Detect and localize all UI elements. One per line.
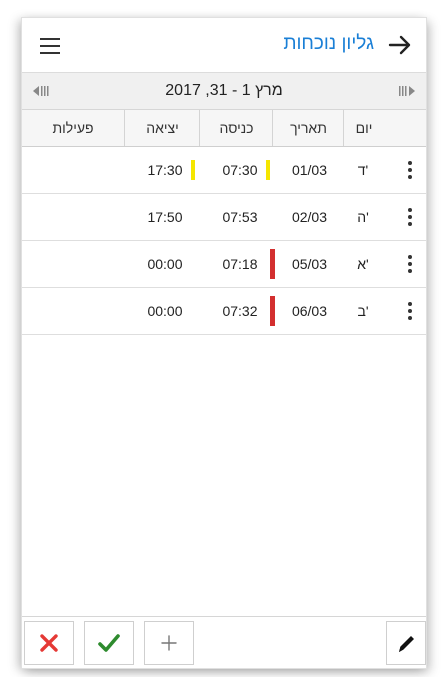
date-range-bar: 2017 ,31 - 1 מרץ [22, 73, 426, 110]
cell-date: 01/03 [291, 162, 328, 178]
more-vertical-icon[interactable] [404, 255, 416, 273]
table-row[interactable]: ב' 06/03 07:32 00:00 [22, 288, 426, 335]
table-row[interactable]: ד' 01/03 07:30 17:30 [22, 147, 426, 194]
cell-out[interactable]: 17:30 [130, 147, 200, 193]
cell-in[interactable]: 07:32 [205, 288, 275, 334]
cell-day: ה' [357, 209, 369, 225]
cell-in[interactable]: 07:18 [205, 241, 275, 287]
more-vertical-icon[interactable] [404, 302, 416, 320]
cell-in[interactable]: 07:30 [205, 147, 275, 193]
column-header-out[interactable]: יציאה [124, 110, 200, 146]
add-button[interactable] [144, 621, 194, 665]
cell-day: ב' [357, 303, 369, 319]
cell-day: א' [357, 256, 369, 272]
next-period-icon[interactable] [396, 84, 416, 98]
page-title: גליון נוכחות [283, 33, 374, 54]
hamburger-menu-icon[interactable] [40, 38, 60, 54]
cell-out[interactable]: 00:00 [130, 241, 200, 287]
close-icon [40, 634, 58, 652]
cancel-button[interactable] [24, 621, 74, 665]
column-header-in[interactable]: כניסה [199, 110, 273, 146]
check-icon [98, 634, 120, 652]
table-row[interactable]: ה' 02/03 07:53 17:50 [22, 194, 426, 241]
arrow-right-icon[interactable] [388, 35, 412, 55]
cell-date: 06/03 [291, 303, 328, 319]
pencil-icon [399, 636, 414, 652]
cell-out[interactable]: 17:50 [130, 194, 200, 240]
edit-button[interactable] [386, 621, 426, 665]
plus-icon [161, 635, 177, 651]
more-vertical-icon[interactable] [404, 161, 416, 179]
cell-day: ד' [357, 162, 369, 178]
title-bar: גליון נוכחות [22, 18, 426, 73]
cell-date: 05/03 [291, 256, 328, 272]
column-header-date[interactable]: תאריך [272, 110, 344, 146]
table-row[interactable]: א' 05/03 07:18 00:00 [22, 241, 426, 288]
more-vertical-icon[interactable] [404, 208, 416, 226]
column-header-actions[interactable]: פעילות [22, 110, 125, 146]
confirm-button[interactable] [84, 621, 134, 665]
table-header: יום תאריך כניסה יציאה פעילות [22, 110, 426, 147]
cell-out[interactable]: 00:00 [130, 288, 200, 334]
column-header-day[interactable]: יום [343, 110, 384, 146]
date-range-label: 2017 ,31 - 1 מרץ [165, 82, 283, 99]
app-window: גליון נוכחות 2017 ,31 - 1 מרץ יום תאריך … [22, 18, 426, 668]
cell-in[interactable]: 07:53 [205, 194, 275, 240]
action-toolbar [22, 616, 426, 668]
cell-date: 02/03 [291, 209, 328, 225]
